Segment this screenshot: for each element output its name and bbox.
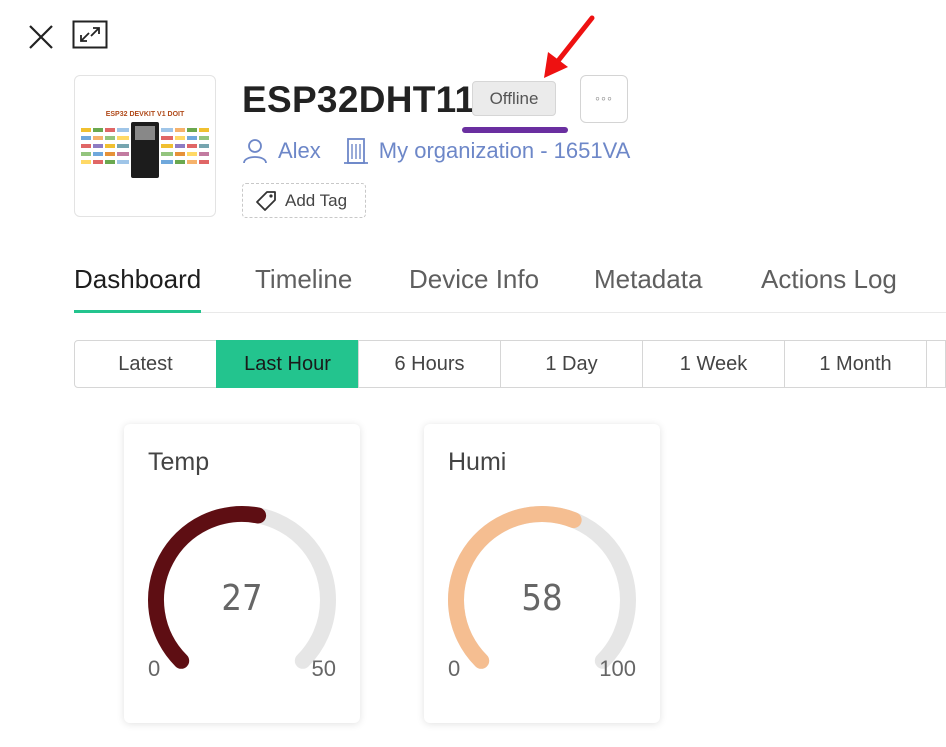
time-range-selector: Latest Last Hour 6 Hours 1 Day 1 Week 1 … bbox=[74, 340, 946, 388]
building-icon bbox=[343, 138, 368, 164]
owner-row: Alex My organization - 1651VA bbox=[242, 134, 630, 168]
range-1-week[interactable]: 1 Week bbox=[642, 340, 785, 388]
owner-link[interactable]: Alex bbox=[278, 138, 321, 164]
range-1-day[interactable]: 1 Day bbox=[500, 340, 643, 388]
humi-gauge-widget: Humi 58 0 100 bbox=[424, 424, 660, 723]
widget-title: Temp bbox=[148, 448, 210, 476]
close-icon bbox=[29, 25, 53, 49]
range-more[interactable] bbox=[926, 340, 946, 388]
range-last-hour[interactable]: Last Hour bbox=[216, 340, 359, 388]
tab-bar: Dashboard Timeline Device Info Metadata … bbox=[74, 258, 946, 313]
range-1-month[interactable]: 1 Month bbox=[784, 340, 927, 388]
expand-icon bbox=[72, 20, 108, 49]
more-options-button[interactable]: ◦◦◦ bbox=[580, 75, 628, 123]
range-latest[interactable]: Latest bbox=[74, 340, 217, 388]
tab-timeline[interactable]: Timeline bbox=[255, 258, 352, 312]
range-6-hours[interactable]: 6 Hours bbox=[358, 340, 501, 388]
gauge-min-label: 0 bbox=[148, 656, 161, 681]
tab-dashboard[interactable]: Dashboard bbox=[74, 258, 202, 313]
device-thumbnail: ESP32 DEVKIT V1 DOIT bbox=[74, 75, 216, 217]
tag-icon bbox=[256, 190, 276, 211]
close-button[interactable] bbox=[24, 20, 58, 54]
tab-device-info[interactable]: Device Info bbox=[409, 258, 539, 312]
gauge-min-label: 0 bbox=[448, 656, 461, 681]
gauge-max-label: 100 bbox=[599, 656, 636, 681]
annotation-underline bbox=[462, 127, 568, 133]
add-tag-button[interactable]: Add Tag bbox=[242, 183, 366, 218]
gauge-max-label: 50 bbox=[311, 656, 336, 681]
widget-title: Humi bbox=[448, 448, 507, 476]
tab-metadata[interactable]: Metadata bbox=[594, 258, 702, 312]
user-icon bbox=[243, 139, 267, 164]
temp-gauge-widget: Temp 27 0 50 bbox=[124, 424, 360, 723]
add-tag-label: Add Tag bbox=[285, 190, 348, 210]
gauge-value: 27 bbox=[221, 578, 263, 619]
thumbnail-caption: ESP32 DEVKIT V1 DOIT bbox=[106, 111, 185, 118]
tab-actions-log[interactable]: Actions Log bbox=[761, 258, 897, 312]
expand-button[interactable] bbox=[72, 20, 108, 50]
organization-link[interactable]: My organization - 1651VA bbox=[379, 138, 631, 164]
gauge-value: 58 bbox=[521, 578, 563, 619]
device-name: ESP32DHT11 bbox=[242, 79, 476, 120]
annotation-arrow-icon bbox=[544, 15, 595, 78]
esp32-board-image: ESP32 DEVKIT V1 DOIT bbox=[81, 111, 209, 178]
status-badge: Offline bbox=[472, 81, 556, 116]
